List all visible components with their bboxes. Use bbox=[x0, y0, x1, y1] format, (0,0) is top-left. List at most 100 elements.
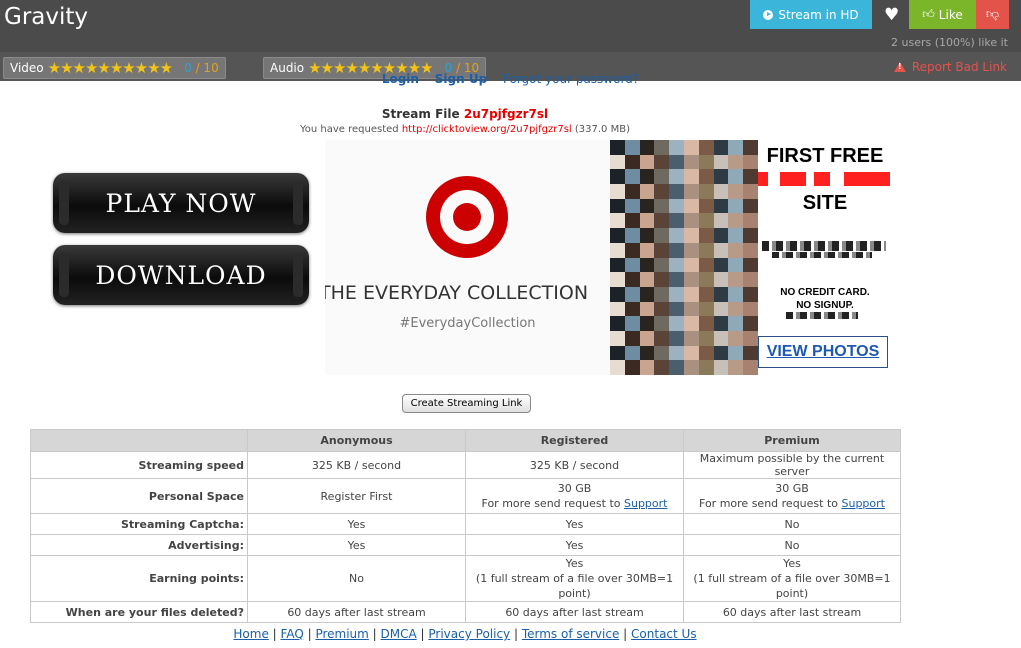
row-label: Streaming speed bbox=[30, 451, 248, 479]
mosaic-pixel bbox=[743, 345, 758, 361]
mosaic-pixel bbox=[654, 330, 670, 346]
mosaic-pixel bbox=[698, 242, 714, 258]
footer-link-dmca[interactable]: DMCA bbox=[381, 627, 417, 641]
dislike-button[interactable]: 👎︎ bbox=[976, 0, 1009, 29]
heart-icon[interactable]: ♥ bbox=[884, 5, 899, 25]
table-cell: Yes (1 full stream of a file over 30MB=1… bbox=[683, 555, 901, 602]
mosaic-pixel bbox=[624, 330, 640, 346]
mosaic-pixel bbox=[743, 272, 758, 287]
mosaic-pixel bbox=[713, 169, 729, 185]
stream-hd-button[interactable]: Stream in HD bbox=[750, 0, 872, 29]
censored-bar bbox=[762, 241, 886, 251]
mosaic-pixel bbox=[698, 198, 714, 214]
play-now-button[interactable]: PLAY NOW bbox=[53, 173, 309, 233]
mosaic-pixel bbox=[743, 360, 758, 375]
footer-link-home[interactable]: Home bbox=[233, 627, 268, 641]
footer-link-contact[interactable]: Contact Us bbox=[631, 627, 697, 641]
mosaic-pixel bbox=[713, 257, 729, 273]
mosaic-pixel bbox=[684, 184, 699, 199]
mosaic-pixel bbox=[639, 257, 655, 273]
mosaic-pixel bbox=[610, 257, 625, 273]
mosaic-pixel bbox=[743, 316, 758, 331]
forgot-password-link[interactable]: Forgot your password? bbox=[503, 72, 639, 86]
censored-bar bbox=[814, 172, 830, 186]
footer-link-privacy[interactable]: Privacy Policy bbox=[428, 627, 510, 641]
mosaic-pixel bbox=[684, 272, 699, 287]
create-streaming-link-button[interactable]: Create Streaming Link bbox=[402, 394, 531, 413]
footer-link-premium[interactable]: Premium bbox=[315, 627, 368, 641]
mosaic-pixel bbox=[698, 286, 714, 302]
mosaic-pixel bbox=[684, 228, 699, 243]
mosaic-pixel bbox=[743, 140, 758, 155]
cell-main: Yes bbox=[783, 557, 801, 570]
mosaic-pixel bbox=[624, 316, 640, 331]
mosaic-pixel bbox=[624, 257, 640, 273]
mosaic-pixel bbox=[698, 154, 714, 170]
mosaic-pixel bbox=[639, 140, 655, 155]
pixelated-photo[interactable] bbox=[610, 140, 758, 375]
like-button[interactable]: 👍︎ Like bbox=[909, 0, 976, 29]
table-cell: Yes (1 full stream of a file over 30MB=1… bbox=[465, 555, 684, 602]
mosaic-pixel bbox=[728, 140, 744, 155]
mosaic-pixel bbox=[713, 154, 729, 170]
like-label: Like bbox=[938, 7, 963, 22]
download-button[interactable]: DOWNLOAD bbox=[53, 245, 309, 305]
mosaic-pixel bbox=[684, 257, 699, 273]
view-photos-button[interactable]: VIEW PHOTOS bbox=[758, 336, 888, 368]
footer-link-terms[interactable]: Terms of service bbox=[522, 627, 620, 641]
mosaic-pixel bbox=[654, 272, 670, 287]
mosaic-pixel bbox=[698, 184, 714, 199]
mosaic-pixel bbox=[624, 154, 640, 170]
mosaic-pixel bbox=[669, 169, 684, 185]
stream-file-heading: Stream File 2u7pjfgzr7sl bbox=[0, 107, 930, 121]
table-cell: Register First bbox=[247, 478, 466, 514]
footer-link-faq[interactable]: FAQ bbox=[281, 627, 304, 641]
mosaic-pixel bbox=[610, 316, 625, 331]
table-cell: Maximum possible by the current server bbox=[683, 451, 901, 479]
cell-main: 30 GB bbox=[775, 482, 809, 495]
mosaic-pixel bbox=[728, 198, 744, 214]
mosaic-pixel bbox=[669, 330, 684, 346]
mosaic-pixel bbox=[654, 257, 670, 273]
mosaic-pixel bbox=[624, 228, 640, 243]
mosaic-pixel bbox=[639, 228, 655, 243]
table-cell: 325 KB / second bbox=[247, 451, 466, 479]
mosaic-pixel bbox=[654, 301, 670, 317]
mosaic-pixel bbox=[669, 360, 684, 375]
mosaic-pixel bbox=[610, 330, 625, 346]
photo-ad-panel[interactable]: FIRST FREE SITE NO CREDIT CARD. NO SIGNU… bbox=[758, 140, 892, 375]
mosaic-pixel bbox=[684, 301, 699, 317]
login-link[interactable]: Login bbox=[382, 72, 419, 86]
row-label: When are your files deleted? bbox=[30, 601, 248, 623]
signup-link[interactable]: Sign Up bbox=[435, 72, 487, 86]
mosaic-pixel bbox=[698, 316, 714, 331]
file-code: 2u7pjfgzr7sl bbox=[463, 107, 549, 121]
table-row: Streaming speed 325 KB / second 325 KB /… bbox=[30, 451, 901, 479]
mosaic-pixel bbox=[639, 213, 655, 229]
table-header bbox=[30, 429, 248, 452]
support-link[interactable]: Support bbox=[624, 497, 667, 510]
mosaic-pixel bbox=[743, 286, 758, 302]
mosaic-pixel bbox=[639, 198, 655, 214]
file-url[interactable]: http://clicktoview.org/2u7pjfgzr7sl bbox=[402, 124, 572, 135]
footer-links: Home | FAQ | Premium | DMCA | Privacy Po… bbox=[233, 627, 697, 641]
row-label: Earning points: bbox=[30, 555, 248, 602]
no-credit-line: NO CREDIT CARD. bbox=[780, 287, 870, 298]
play-now-label: PLAY NOW bbox=[105, 188, 257, 218]
target-ad[interactable]: THE EVERYDAY COLLECTION #EverydayCollect… bbox=[325, 140, 610, 375]
stream-file-prefix: Stream File bbox=[381, 107, 460, 121]
requested-prefix: You have requested bbox=[300, 124, 399, 135]
support-link[interactable]: Support bbox=[842, 497, 885, 510]
mosaic-pixel bbox=[728, 213, 744, 229]
censored-bar bbox=[786, 312, 858, 319]
mosaic-pixel bbox=[713, 213, 729, 229]
mosaic-pixel bbox=[654, 345, 670, 361]
mosaic-pixel bbox=[713, 286, 729, 302]
mosaic-pixel bbox=[713, 360, 729, 375]
mosaic-pixel bbox=[639, 330, 655, 346]
mosaic-pixel bbox=[669, 286, 684, 302]
mosaic-pixel bbox=[743, 301, 758, 317]
mosaic-pixel bbox=[713, 272, 729, 287]
mosaic-pixel bbox=[639, 360, 655, 375]
mosaic-pixel bbox=[610, 184, 625, 199]
